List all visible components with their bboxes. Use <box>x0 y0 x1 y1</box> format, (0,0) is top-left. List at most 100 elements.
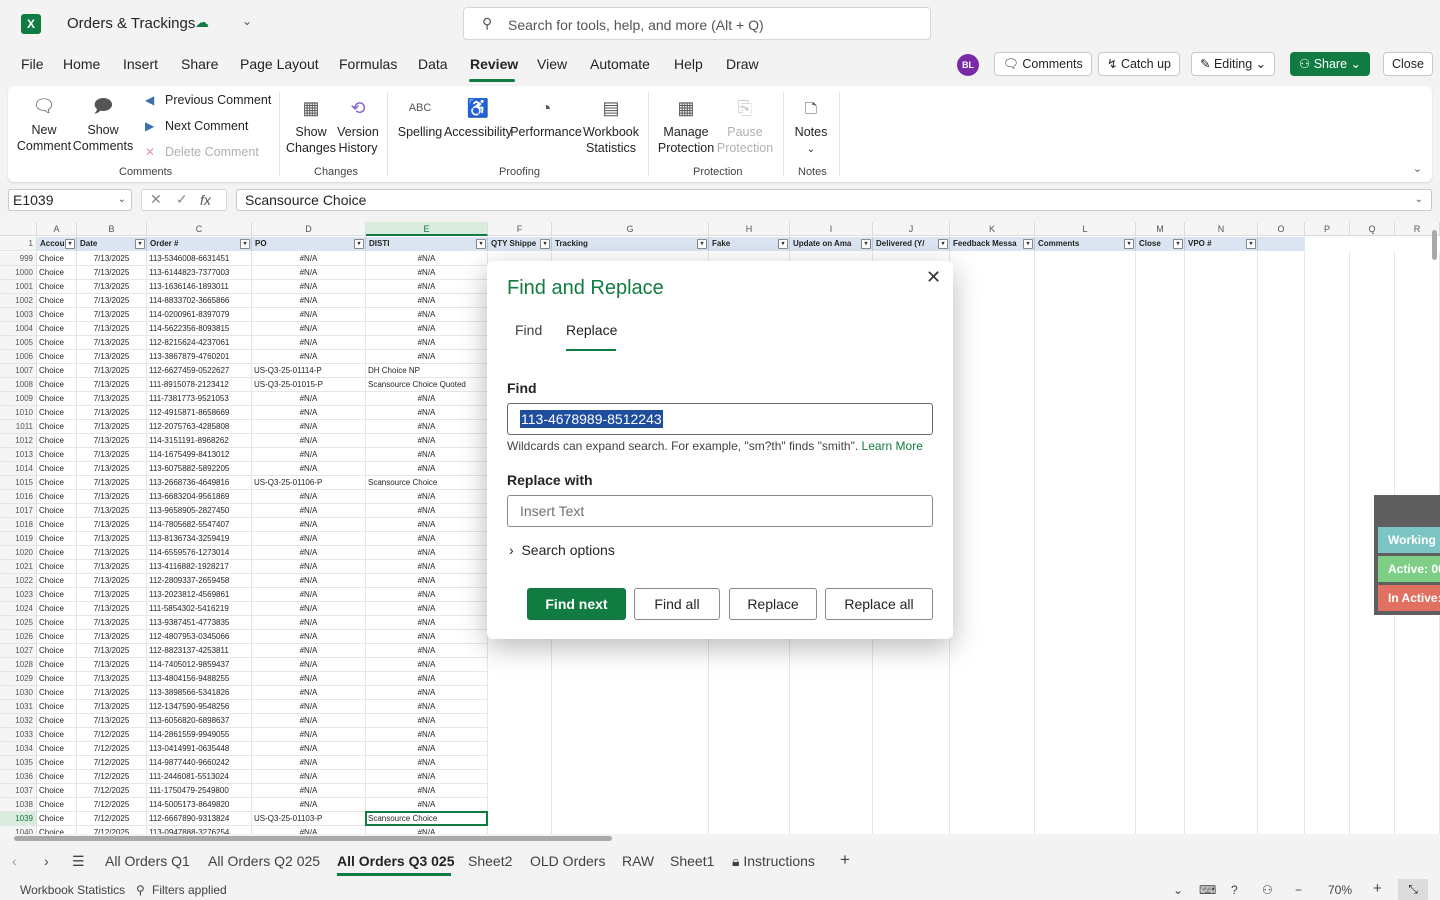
table-cell[interactable]: 7/12/2025 <box>77 798 147 812</box>
table-cell[interactable]: 7/13/2025 <box>77 294 147 308</box>
row-number[interactable]: 1014 <box>0 462 37 476</box>
zoom-out-icon[interactable]: − <box>1295 883 1302 897</box>
table-cell[interactable]: Choice <box>37 588 77 602</box>
table-cell[interactable]: #N/A <box>252 532 366 546</box>
replace-input[interactable]: Insert Text <box>507 495 933 527</box>
table-cell[interactable]: 7/13/2025 <box>77 546 147 560</box>
table-cell[interactable]: 7/13/2025 <box>77 490 147 504</box>
table-cell[interactable]: #N/A <box>252 630 366 644</box>
table-cell[interactable]: 112-8215624-4237061 <box>147 336 252 350</box>
table-cell[interactable]: 7/13/2025 <box>77 672 147 686</box>
filter-dropdown-icon[interactable]: ▾ <box>778 239 788 249</box>
table-cell[interactable]: US-Q3-25-01015-P <box>252 378 366 392</box>
zoom-in-icon[interactable]: + <box>1373 880 1382 897</box>
row-number[interactable]: 1025 <box>0 616 37 630</box>
table-cell[interactable]: 113-3898566-5341826 <box>147 686 252 700</box>
column-header[interactable]: I <box>790 222 873 236</box>
table-cell[interactable]: #N/A <box>366 420 488 434</box>
row-number[interactable]: 1032 <box>0 714 37 728</box>
name-box[interactable]: E1039 ⌄ <box>8 189 132 211</box>
learn-more-link[interactable]: Learn More <box>862 439 923 453</box>
search-box[interactable]: ⚲ Search for tools, help, and more (Alt … <box>463 7 931 40</box>
table-cell[interactable]: 7/13/2025 <box>77 280 147 294</box>
table-cell[interactable]: #N/A <box>252 420 366 434</box>
table-cell[interactable]: #N/A <box>366 294 488 308</box>
table-cell[interactable]: #N/A <box>252 770 366 784</box>
table-cell[interactable]: 7/13/2025 <box>77 700 147 714</box>
table-cell[interactable]: 7/13/2025 <box>77 322 147 336</box>
table-cell[interactable]: #N/A <box>252 518 366 532</box>
row-number[interactable]: 1004 <box>0 322 37 336</box>
table-cell[interactable]: #N/A <box>252 294 366 308</box>
table-cell[interactable]: 7/13/2025 <box>77 588 147 602</box>
tab-sheet1[interactable]: Sheet1 <box>670 853 714 869</box>
table-cell[interactable]: Choice <box>37 308 77 322</box>
table-cell[interactable]: #N/A <box>252 490 366 504</box>
menu-review[interactable]: Review <box>470 56 518 72</box>
table-cell[interactable]: 7/13/2025 <box>77 364 147 378</box>
replace-button[interactable]: Replace <box>729 588 817 620</box>
row-number[interactable]: 1010 <box>0 406 37 420</box>
table-cell[interactable]: #N/A <box>252 350 366 364</box>
table-cell[interactable]: 111-8915078-2123412 <box>147 378 252 392</box>
table-cell[interactable]: #N/A <box>252 546 366 560</box>
name-box-chevron-icon[interactable]: ⌄ <box>118 190 126 210</box>
table-cell[interactable]: #N/A <box>366 742 488 756</box>
table-cell[interactable]: #N/A <box>252 280 366 294</box>
row-number[interactable]: 1002 <box>0 294 37 308</box>
table-cell[interactable]: US-Q3-25-01106-P <box>252 476 366 490</box>
table-cell[interactable]: 113-6144823-7377003 <box>147 266 252 280</box>
table-cell[interactable]: Choice <box>37 490 77 504</box>
catch-up-button[interactable]: ↯ Catch up <box>1098 52 1180 76</box>
filter-dropdown-icon[interactable]: ▾ <box>476 239 486 249</box>
table-cell[interactable]: 7/13/2025 <box>77 266 147 280</box>
active-cell-selection[interactable] <box>365 811 488 826</box>
table-cell[interactable]: 112-6627459-0522627 <box>147 364 252 378</box>
column-header[interactable]: C <box>147 222 252 236</box>
show-changes-button[interactable]: ▦ Show Changes <box>284 96 338 156</box>
table-cell[interactable]: #N/A <box>252 448 366 462</box>
table-cell[interactable]: 113-5346008-6631451 <box>147 252 252 266</box>
table-cell[interactable]: #N/A <box>252 756 366 770</box>
excel-logo-icon[interactable]: X <box>21 14 41 34</box>
row-number[interactable]: 1012 <box>0 434 37 448</box>
ribbon-expand-chevron-icon[interactable]: ⌄ <box>1413 162 1422 175</box>
find-next-button[interactable]: Find next <box>527 588 626 620</box>
table-cell[interactable]: 7/13/2025 <box>77 658 147 672</box>
row-number[interactable]: 1035 <box>0 756 37 770</box>
confirm-check-icon[interactable]: ✓ <box>176 191 188 208</box>
row-number[interactable]: 1013 <box>0 448 37 462</box>
table-cell[interactable]: 7/13/2025 <box>77 532 147 546</box>
tab-find[interactable]: Find <box>515 322 542 338</box>
filter-dropdown-icon[interactable]: ▾ <box>938 239 948 249</box>
table-cell[interactable]: Choice <box>37 532 77 546</box>
row-number[interactable]: 1019 <box>0 532 37 546</box>
filter-dropdown-icon[interactable]: ▾ <box>697 239 707 249</box>
table-cell[interactable]: 113-3867879-4760201 <box>147 350 252 364</box>
avatar[interactable]: BL <box>957 54 979 76</box>
menu-data[interactable]: Data <box>418 56 448 72</box>
row-number[interactable]: 1016 <box>0 490 37 504</box>
row-number[interactable]: 1027 <box>0 644 37 658</box>
status-chevron-down-icon[interactable]: ⌄ <box>1173 883 1183 897</box>
accessibility-button[interactable]: ♿ Accessibility <box>442 96 514 140</box>
table-cell[interactable]: #N/A <box>366 532 488 546</box>
tab-all-orders-q2[interactable]: All Orders Q2 025 <box>208 853 320 869</box>
row-number[interactable]: 1037 <box>0 784 37 798</box>
table-cell[interactable]: 7/12/2025 <box>77 812 147 826</box>
row-number[interactable]: 1007 <box>0 364 37 378</box>
vertical-scroll-thumb[interactable] <box>1432 230 1437 260</box>
table-cell[interactable]: #N/A <box>252 616 366 630</box>
table-cell[interactable]: #N/A <box>366 784 488 798</box>
table-cell[interactable]: Choice <box>37 672 77 686</box>
table-cell[interactable]: 112-4915871-8658669 <box>147 406 252 420</box>
menu-share[interactable]: Share <box>181 56 218 72</box>
table-cell[interactable]: #N/A <box>252 728 366 742</box>
table-cell[interactable]: #N/A <box>366 700 488 714</box>
table-cell[interactable]: #N/A <box>366 350 488 364</box>
table-cell[interactable]: #N/A <box>366 448 488 462</box>
previous-comment-button[interactable]: ◀ Previous Comment <box>145 93 271 107</box>
row-number[interactable]: 1009 <box>0 392 37 406</box>
table-cell[interactable]: 113-2023812-4569861 <box>147 588 252 602</box>
table-cell[interactable]: 7/12/2025 <box>77 756 147 770</box>
